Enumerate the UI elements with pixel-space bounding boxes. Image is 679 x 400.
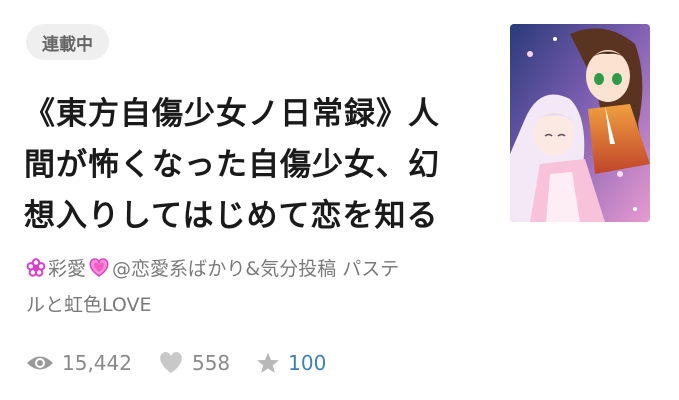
status-badge: 連載中 — [26, 24, 109, 60]
cover-thumbnail[interactable] — [510, 24, 650, 222]
heart-icon — [160, 352, 182, 373]
flower-icon — [26, 256, 46, 289]
author-name: 彩愛 — [48, 258, 87, 280]
eye-icon — [27, 356, 53, 370]
stats-bar: 15,442 558 100 — [26, 348, 352, 378]
views-stat: 15,442 — [26, 351, 132, 375]
likes-count: 558 — [191, 351, 231, 375]
stars-stat: 100 — [256, 351, 326, 375]
title-line: 《東方自傷少女ノ日常録》人 — [24, 96, 440, 132]
author-handle-cont: ルと虹色LOVE — [26, 294, 152, 316]
cover-illustration — [510, 24, 650, 222]
stars-count: 100 — [288, 351, 327, 375]
author-line[interactable]: 彩愛 @恋愛系ばかり&気分投稿 パステ ルと虹色LOVE — [26, 253, 506, 322]
title-line: 想入りしてはじめて恋を知る — [24, 198, 439, 234]
star-icon — [257, 352, 280, 373]
novel-card[interactable]: 連載中 《東方自傷少女ノ日常録》人 間が怖くなった自傷少女、幻 想入りしてはじめ… — [0, 0, 679, 400]
author-handle: @恋愛系ばかり&気分投稿 パステ — [112, 258, 400, 280]
title-line: 間が怖くなった自傷少女、幻 — [24, 147, 440, 183]
views-count: 15,442 — [62, 351, 132, 375]
heart-icon — [88, 256, 110, 289]
novel-title[interactable]: 《東方自傷少女ノ日常録》人 間が怖くなった自傷少女、幻 想入りしてはじめて恋を知… — [24, 89, 484, 242]
likes-stat: 558 — [158, 351, 230, 375]
